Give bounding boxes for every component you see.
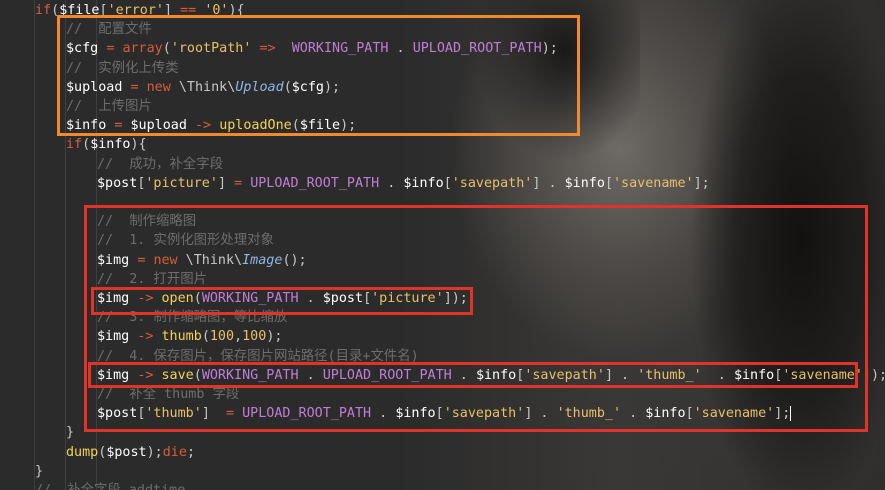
- code-token: ]: [217, 175, 235, 191]
- thumbnail-block-highlight-box: [84, 205, 868, 432]
- code-token: die: [162, 444, 187, 460]
- code-token: [: [443, 175, 452, 191]
- code-token: $info: [403, 175, 444, 191]
- code-token: 'savepath': [451, 175, 533, 191]
- code-token: if: [35, 3, 52, 18]
- code-line[interactable]: if($info){: [66, 135, 147, 154]
- code-line[interactable]: }: [35, 462, 43, 481]
- code-token: (: [82, 137, 91, 153]
- code-token: 'picture': [145, 175, 218, 191]
- code-line[interactable]: dump($post);die;: [66, 443, 195, 462]
- code-token: ){: [130, 137, 147, 153]
- code-token: dump: [66, 444, 99, 460]
- code-token: if: [66, 137, 83, 153]
- code-token: }: [35, 463, 44, 479]
- code-token: );: [146, 444, 163, 460]
- open-image-highlight-box: [91, 287, 473, 315]
- save-image-highlight-box: [88, 362, 858, 388]
- indent-guide: [34, 0, 35, 490]
- code-token: ] .: [532, 175, 565, 191]
- code-line[interactable]: }: [66, 423, 74, 442]
- code-line[interactable]: // 补全字段 addtime: [35, 481, 185, 490]
- code-line[interactable]: $post [ 'picture'] = UPLOAD_ROOT_PATH . $i…: [97, 174, 710, 193]
- code-token: ;: [186, 444, 195, 460]
- code-token: =: [234, 175, 243, 191]
- code-token: [: [604, 175, 613, 191]
- code-token: $info: [564, 175, 605, 191]
- code-comment: // 补全字段 addtime: [35, 483, 185, 490]
- code-token: .: [379, 175, 404, 191]
- code-token: $info: [90, 137, 131, 153]
- code-editor[interactable]: if($file['error'] == '0'){// 配置文件 $cfg = …: [0, 0, 885, 490]
- code-token: UPLOAD_ROOT_PATH: [250, 175, 380, 191]
- code-token: ];: [693, 175, 710, 191]
- code-token: 'savename': [613, 175, 694, 191]
- code-token: }: [66, 425, 75, 441]
- code-comment: // 成功，补全字段: [97, 156, 223, 172]
- code-line[interactable]: // 成功，补全字段: [97, 155, 223, 174]
- code-token: $post: [106, 444, 147, 460]
- config-upload-highlight-box: [57, 15, 580, 136]
- code-token: $post: [97, 175, 138, 191]
